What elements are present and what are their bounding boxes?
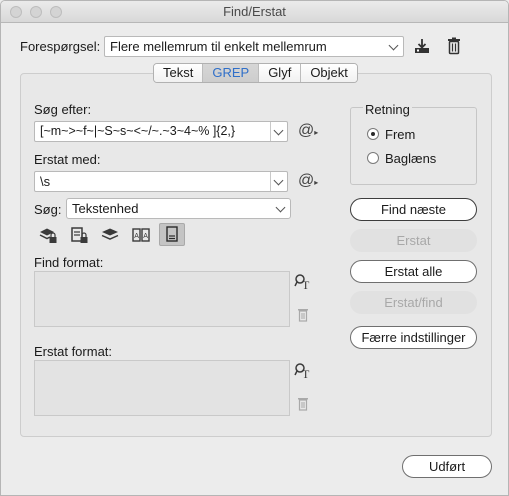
clear-find-format-icon[interactable]	[294, 306, 314, 324]
chevron-down-icon	[273, 175, 284, 186]
hidden-layers-icon[interactable]	[100, 226, 120, 244]
search-label: Søg:	[34, 202, 62, 217]
change-to-dropdown[interactable]	[270, 172, 287, 191]
svg-text:A: A	[143, 233, 148, 240]
find-replace-dialog: Find/Erstat Forespørgsel: Flere mellemru…	[0, 0, 509, 496]
change-to-value: \s	[40, 174, 51, 189]
title-bar: Find/Erstat	[1, 1, 508, 23]
chevron-down-icon	[388, 40, 399, 51]
change-format-box[interactable]	[34, 360, 290, 416]
direction-group	[350, 107, 477, 185]
find-next-button[interactable]: Find næste	[350, 198, 477, 221]
replace-find-button[interactable]: Erstat/find	[350, 291, 477, 314]
done-button[interactable]: Udført	[402, 455, 492, 478]
find-format-label: Find format:	[34, 255, 104, 270]
svg-text:T: T	[302, 278, 310, 291]
find-what-label: Søg efter:	[34, 102, 92, 117]
direction-forward-label[interactable]: Frem	[385, 127, 415, 142]
specify-change-format-icon[interactable]: T	[294, 362, 314, 381]
query-value: Flere mellemrum til enkelt mellemrum	[110, 39, 327, 54]
find-what-dropdown[interactable]	[270, 122, 287, 141]
locked-layers-icon[interactable]	[38, 226, 58, 244]
clear-change-format-icon[interactable]	[294, 395, 314, 413]
query-select[interactable]: Flere mellemrum til enkelt mellemrum	[104, 36, 404, 57]
query-dropdown-button[interactable]	[386, 37, 403, 56]
master-pages-icon[interactable]: A A	[131, 226, 151, 244]
query-label: Forespørgsel:	[20, 39, 101, 54]
specify-find-format-icon[interactable]: T	[294, 273, 314, 292]
svg-text:T: T	[302, 367, 310, 380]
svg-text:A: A	[134, 233, 139, 240]
change-to-field[interactable]: \s	[34, 171, 288, 192]
locked-stories-icon[interactable]	[69, 226, 89, 244]
search-scope-dropdown[interactable]	[273, 199, 290, 218]
search-scope-select[interactable]: Tekstenhed	[66, 198, 291, 219]
at-symbol-icon[interactable]: @▸	[298, 172, 318, 190]
tab-glyf[interactable]: Glyf	[259, 64, 302, 82]
find-what-field[interactable]: [~m~>~f~|~S~s~<~/~.~3~4~% ]{2,}	[34, 121, 288, 142]
find-format-box[interactable]	[34, 271, 290, 327]
tab-objekt[interactable]: Objekt	[301, 64, 357, 82]
replace-button[interactable]: Erstat	[350, 229, 477, 252]
change-to-label: Erstat med:	[34, 152, 101, 167]
chevron-down-icon	[275, 202, 286, 213]
change-format-label: Erstat format:	[34, 344, 113, 359]
replace-all-button[interactable]: Erstat alle	[350, 260, 477, 283]
save-query-icon[interactable]	[412, 37, 432, 55]
mode-tabs: Tekst GREP Glyf Objekt	[153, 63, 358, 83]
direction-backward-radio[interactable]	[367, 152, 379, 164]
search-scope-value: Tekstenhed	[72, 201, 139, 216]
tab-grep[interactable]: GREP	[203, 64, 260, 82]
tab-tekst[interactable]: Tekst	[154, 64, 204, 82]
trash-icon[interactable]	[444, 37, 464, 55]
find-what-value: [~m~>~f~|~S~s~<~/~.~3~4~% ]{2,}	[40, 124, 236, 138]
direction-forward-radio[interactable]	[367, 128, 379, 140]
footnotes-icon[interactable]	[159, 223, 185, 246]
chevron-down-icon	[273, 125, 284, 136]
at-symbol-icon[interactable]: @▸	[298, 122, 318, 140]
fewer-options-button[interactable]: Færre indstillinger	[350, 326, 477, 349]
window-title: Find/Erstat	[223, 4, 286, 19]
direction-backward-label[interactable]: Baglæns	[385, 151, 436, 166]
direction-label: Retning	[363, 102, 412, 117]
